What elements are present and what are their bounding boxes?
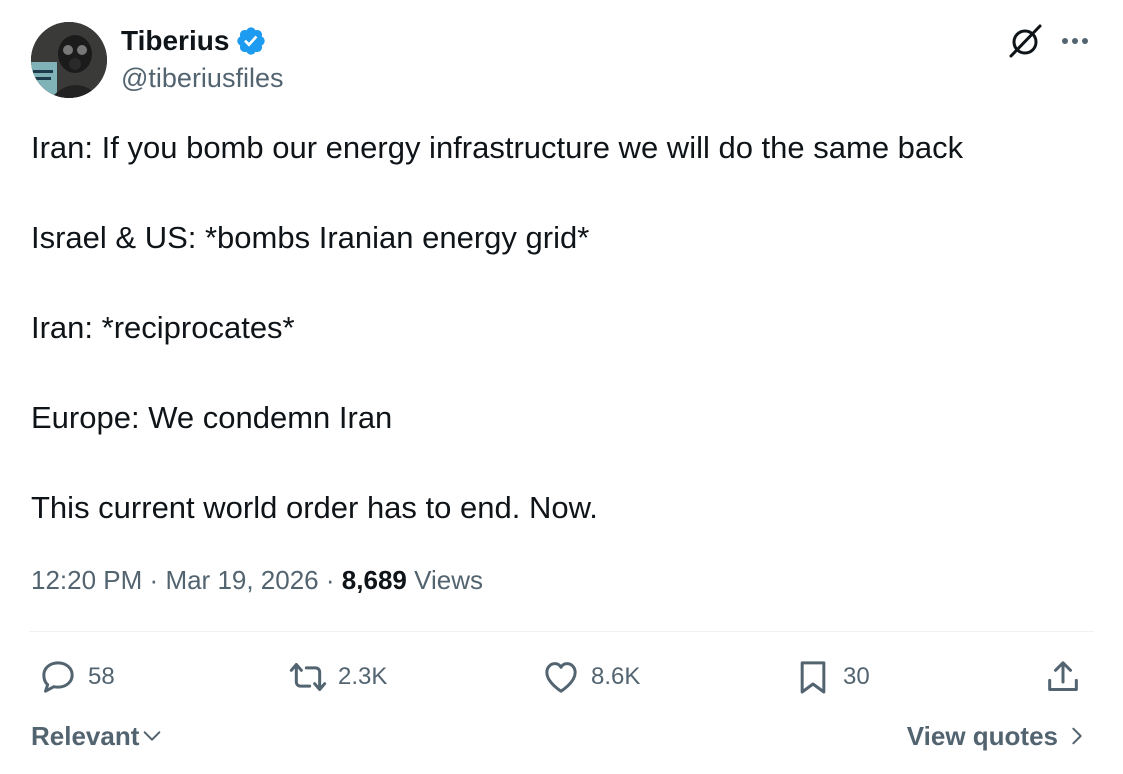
sort-replies-dropdown[interactable]: Relevant bbox=[31, 718, 163, 754]
repost-button[interactable]: 2.3K bbox=[288, 655, 387, 699]
reply-icon bbox=[42, 661, 74, 693]
tweet-line: Europe: We condemn Iran bbox=[31, 400, 393, 435]
more-icon[interactable] bbox=[1057, 28, 1093, 54]
verified-badge-icon[interactable] bbox=[235, 25, 267, 57]
tweet-line: Iran: If you bomb our energy infrastruct… bbox=[31, 130, 964, 165]
view-quotes-link[interactable]: View quotes bbox=[907, 718, 1088, 754]
meta-separator: · bbox=[149, 565, 159, 595]
chevron-down-icon bbox=[144, 731, 161, 741]
author-name-row[interactable]: Tiberius bbox=[121, 24, 267, 58]
bookmark-button[interactable]: 30 bbox=[793, 655, 870, 699]
tweet-line: Iran: *reciprocates* bbox=[31, 310, 295, 345]
divider bbox=[29, 631, 1094, 632]
views-count: 8,689 bbox=[341, 565, 407, 595]
reply-count: 58 bbox=[88, 663, 115, 690]
tweet-line: This current world order has to end. Now… bbox=[31, 490, 598, 525]
author-display-name[interactable]: Tiberius bbox=[121, 24, 229, 58]
share-button[interactable] bbox=[1043, 655, 1083, 699]
author-handle[interactable]: @tiberiusfiles bbox=[121, 61, 283, 95]
tweet-date[interactable]: Mar 19, 2026 bbox=[165, 565, 318, 595]
reply-button[interactable]: 58 bbox=[38, 655, 115, 699]
tweet-time[interactable]: 12:20 PM bbox=[31, 565, 142, 595]
sort-label: Relevant bbox=[31, 721, 140, 751]
chevron-right-icon bbox=[1072, 727, 1082, 745]
share-icon bbox=[1048, 661, 1078, 691]
meta-separator: · bbox=[325, 565, 335, 595]
tweet-line: Israel & US: *bombs Iranian energy grid* bbox=[31, 220, 590, 255]
tweet-text: Iran: If you bomb our energy infrastruct… bbox=[31, 125, 1101, 530]
bookmark-icon bbox=[800, 661, 826, 694]
retweet-icon bbox=[289, 663, 327, 691]
grok-icon[interactable] bbox=[1006, 22, 1044, 60]
views-label: Views bbox=[414, 565, 483, 595]
tweet-meta: 12:20 PM · Mar 19, 2026 · 8,689 Views bbox=[31, 562, 483, 598]
repost-count: 2.3K bbox=[338, 663, 388, 690]
like-count: 8.6K bbox=[591, 663, 641, 690]
view-quotes-label: View quotes bbox=[906, 721, 1058, 751]
tweet-card: Tiberius @tiberiusfiles Iran: If you bom… bbox=[0, 0, 1123, 774]
avatar[interactable] bbox=[31, 22, 107, 98]
like-button[interactable]: 8.6K bbox=[541, 655, 640, 699]
bookmark-count: 30 bbox=[843, 663, 870, 690]
like-icon bbox=[545, 662, 577, 693]
